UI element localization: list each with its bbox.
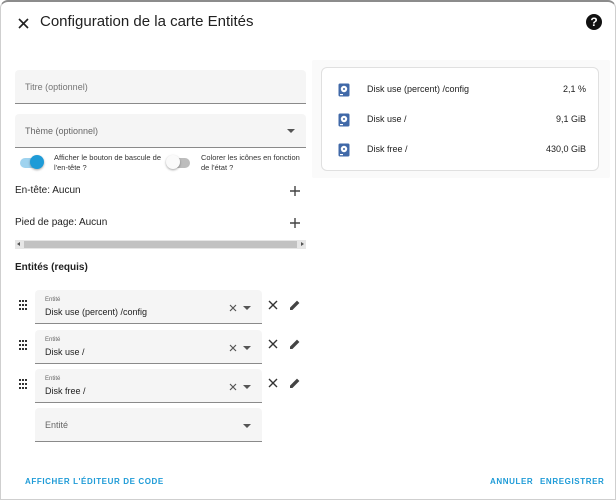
header-row-label: En-tête: Aucun — [15, 185, 81, 196]
theme-select[interactable]: Thème (optionnel) — [15, 114, 306, 148]
preview-card: Disk use (percent) /config 2,1 % Disk us… — [321, 67, 599, 171]
edit-entity-button[interactable] — [287, 375, 303, 391]
preview-row-value: 2,1 % — [562, 84, 586, 94]
close-icon — [268, 339, 278, 349]
title-field[interactable] — [15, 70, 306, 104]
dropdown-arrow-icon — [287, 129, 295, 133]
save-button[interactable]: ENREGISTRER — [540, 477, 604, 486]
help-icon[interactable]: ? — [586, 14, 602, 30]
toggle-knob — [166, 155, 180, 169]
remove-entity-button[interactable] — [265, 375, 281, 391]
color-toggle[interactable] — [166, 155, 190, 169]
edit-entity-button[interactable] — [287, 336, 303, 352]
color-toggle-label: Colorer les icônes en fonction de l'état… — [201, 153, 300, 172]
clear-icon[interactable] — [229, 383, 237, 391]
pencil-icon — [290, 378, 300, 388]
entity-field-label: Entité — [45, 337, 61, 343]
new-entity-placeholder: Entité — [45, 420, 69, 430]
toggle-knob — [30, 155, 44, 169]
entity-field[interactable]: Entité Disk use / — [35, 330, 262, 364]
title-input[interactable] — [15, 70, 306, 103]
preview-row-value: 430,0 GiB — [545, 144, 586, 154]
drag-handle-icon[interactable] — [18, 298, 28, 310]
preview-row-name: Disk use (percent) /config — [367, 84, 470, 94]
dropdown-arrow-icon[interactable] — [243, 346, 251, 350]
preview-row-name: Disk use / — [367, 114, 407, 124]
entity-field-label: Entité — [45, 297, 61, 303]
entities-heading: Entités (requis) — [15, 262, 88, 273]
remove-entity-button[interactable] — [265, 297, 281, 313]
preview-row[interactable]: Disk use (percent) /config 2,1 % — [322, 78, 598, 102]
harddisk-icon — [338, 143, 350, 157]
preview-row-value: 9,1 GiB — [555, 114, 586, 124]
remove-entity-button[interactable] — [265, 336, 281, 352]
dropdown-arrow-icon[interactable] — [243, 306, 251, 310]
scroll-left-icon[interactable] — [17, 242, 20, 246]
scrollbar-thumb[interactable] — [24, 241, 297, 248]
show-code-editor-button[interactable]: AFFICHER L'ÉDITEUR DE CODE — [25, 477, 164, 486]
dialog-title: Configuration de la carte Entités — [40, 13, 254, 30]
dropdown-arrow-icon — [243, 424, 251, 428]
close-button[interactable] — [12, 12, 34, 34]
entity-field[interactable]: Entité Disk use (percent) /config — [35, 290, 262, 324]
theme-placeholder: Thème (optionnel) — [25, 126, 99, 136]
entity-field-label: Entité — [45, 376, 61, 382]
entity-field-value: Disk use (percent) /config — [45, 307, 148, 317]
plus-icon — [290, 218, 300, 228]
add-header-button[interactable] — [288, 184, 302, 198]
close-icon — [17, 17, 29, 29]
preview-row[interactable]: Disk use / 9,1 GiB — [322, 108, 598, 132]
edit-entity-button[interactable] — [287, 297, 303, 313]
clear-icon[interactable] — [229, 344, 237, 352]
scroll-right-icon[interactable] — [301, 242, 304, 246]
entity-field[interactable]: Entité Disk free / — [35, 369, 262, 403]
close-icon — [268, 378, 278, 388]
entity-field-value: Disk use / — [45, 347, 85, 357]
drag-handle-icon[interactable] — [18, 338, 28, 350]
clear-icon[interactable] — [229, 304, 237, 312]
harddisk-icon — [338, 113, 350, 127]
pencil-icon — [290, 300, 300, 310]
add-footer-button[interactable] — [288, 216, 302, 230]
header-toggle[interactable] — [20, 155, 44, 169]
drag-handle-icon[interactable] — [18, 377, 28, 389]
horizontal-scrollbar[interactable] — [15, 240, 306, 249]
new-entity-select[interactable]: Entité — [35, 408, 262, 442]
header-toggle-label: Afficher le bouton de bascule de l'en-tê… — [54, 153, 162, 172]
harddisk-icon — [338, 83, 350, 97]
footer-row-label: Pied de page: Aucun — [15, 217, 108, 228]
preview-row-name: Disk free / — [367, 144, 408, 154]
cancel-button[interactable]: ANNULER — [490, 477, 533, 486]
entity-field-value: Disk free / — [45, 386, 86, 396]
plus-icon — [290, 186, 300, 196]
preview-row[interactable]: Disk free / 430,0 GiB — [322, 138, 598, 162]
dropdown-arrow-icon[interactable] — [243, 385, 251, 389]
pencil-icon — [290, 339, 300, 349]
close-icon — [268, 300, 278, 310]
